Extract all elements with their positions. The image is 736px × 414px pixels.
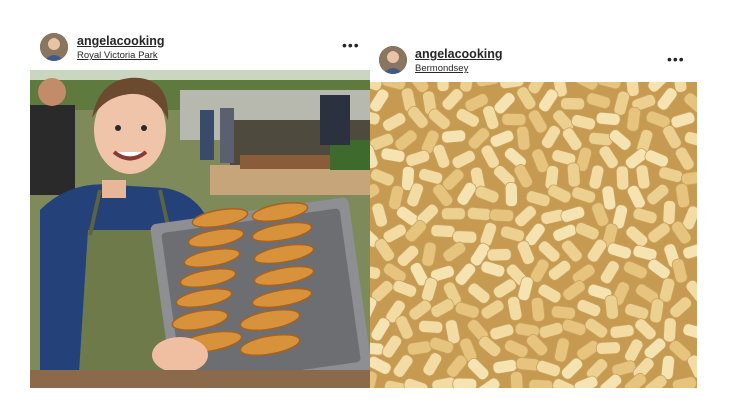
post-card: angelacooking Royal Victoria Park ••• xyxy=(30,0,370,388)
profile-avatar[interactable] xyxy=(40,33,68,61)
post-photo[interactable] xyxy=(30,70,370,388)
username-link[interactable]: angelacooking xyxy=(415,47,503,61)
location-link[interactable]: Royal Victoria Park xyxy=(77,50,158,61)
post-header: angelacooking Bermondsey ••• xyxy=(370,0,697,74)
post-header: angelacooking Royal Victoria Park ••• xyxy=(30,0,370,70)
location-link[interactable]: Bermondsey xyxy=(415,63,468,74)
profile-avatar[interactable] xyxy=(379,46,407,74)
more-horizontal-icon[interactable]: ••• xyxy=(667,52,685,66)
username-link[interactable]: angelacooking xyxy=(77,34,165,48)
post-card: angelacooking Bermondsey ••• xyxy=(370,0,697,388)
more-horizontal-icon[interactable]: ••• xyxy=(342,38,360,52)
post-photo[interactable] xyxy=(370,82,697,388)
